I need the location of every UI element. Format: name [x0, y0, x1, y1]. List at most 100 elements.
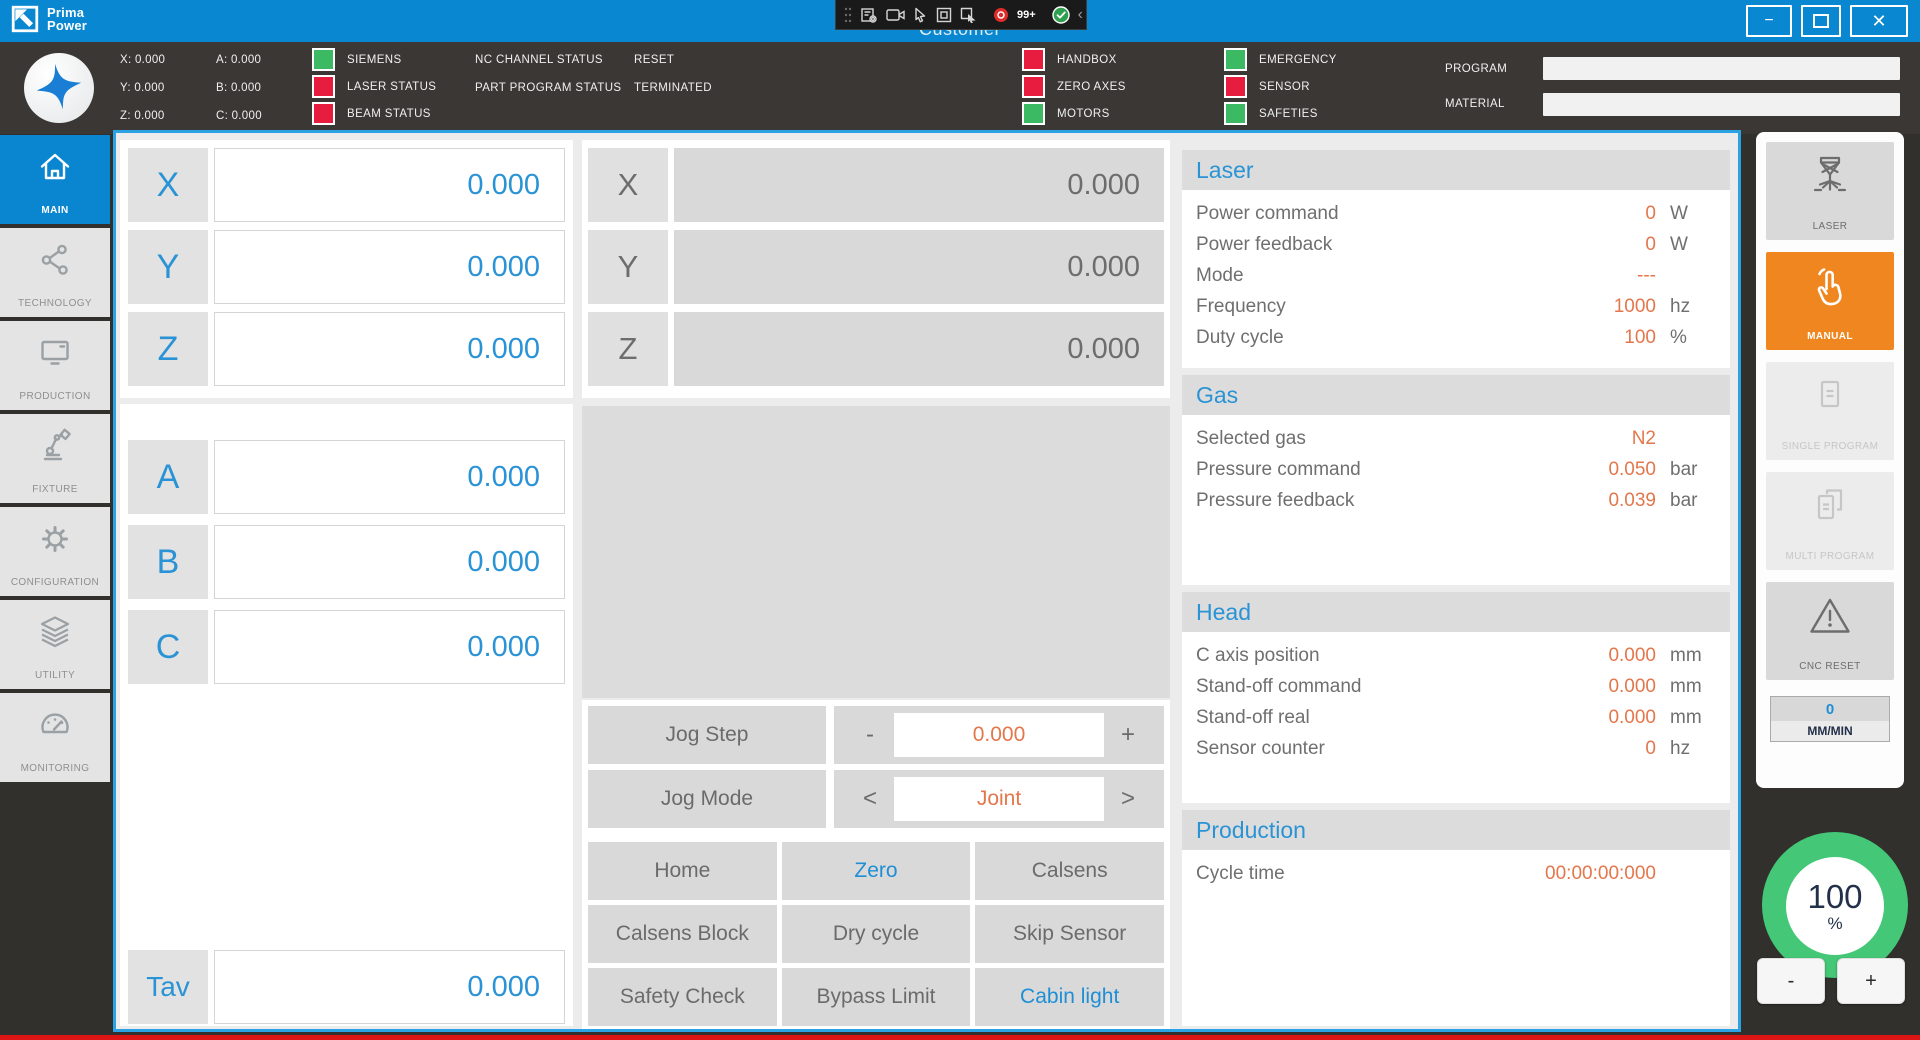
machine-axes-panel: X 0.000 Y 0.000 Z 0.000: [582, 140, 1170, 398]
sidebar-item-utility[interactable]: UTILITY: [0, 600, 110, 689]
cnc-reset-button[interactable]: CNC RESET: [1766, 582, 1894, 680]
axis-label: X: [128, 148, 208, 222]
axis-label: C: [128, 610, 208, 684]
calsens-block-button[interactable]: Calsens Block: [588, 905, 777, 963]
override-decrease-button[interactable]: -: [1757, 958, 1825, 1004]
machine-logo: [24, 53, 94, 123]
check-status-icon[interactable]: [1052, 6, 1070, 24]
axis-value: 0.000: [214, 312, 565, 386]
info-row-mode: Mode---: [1196, 260, 1716, 291]
sidebar-item-fixture[interactable]: FIXTURE: [0, 414, 110, 503]
axis-value: 0.000: [214, 950, 565, 1024]
maximize-icon: [1813, 14, 1829, 28]
sidebar-item-monitoring[interactable]: MONITORING: [0, 693, 110, 782]
material-label: MATERIAL: [1445, 98, 1505, 110]
axis-row-b: B 0.000: [128, 525, 565, 599]
feed-speed-display: 0 MM/MIN: [1770, 696, 1890, 742]
jog-step-decrement-button[interactable]: -: [846, 721, 894, 749]
program-field[interactable]: [1543, 57, 1900, 80]
collapse-overlay-chevron[interactable]: ‹: [1078, 7, 1083, 23]
nc-channel-status-label: NC CHANNEL STATUS: [475, 54, 603, 66]
cabin-light-button[interactable]: Cabin light: [975, 968, 1164, 1026]
gas-section-title: Gas: [1182, 375, 1730, 415]
jog-step-value-field[interactable]: 0.000: [894, 713, 1104, 757]
led-icon: [1022, 75, 1045, 98]
head-section-title: Head: [1182, 592, 1730, 632]
home-button[interactable]: Home: [588, 842, 777, 900]
axis-readout-b: B: 0.000: [216, 82, 261, 94]
nc-channel-status-value: RESET: [634, 54, 674, 66]
laser-mode-button[interactable]: LASER: [1766, 142, 1894, 240]
info-row-standoff-command: Stand-off command0.000mm: [1196, 671, 1716, 702]
material-field[interactable]: [1543, 93, 1900, 116]
documents-stack-icon: [1806, 482, 1854, 534]
led-icon: [312, 75, 335, 98]
axis-readout-y: Y: 0.000: [120, 82, 165, 94]
axis-label: Z: [588, 312, 668, 386]
panel-settings-icon[interactable]: [860, 6, 878, 24]
axes-abc-panel: A 0.000 B 0.000 C 0.000 Tav 0.000: [120, 404, 573, 1026]
led-icon: [1224, 102, 1247, 125]
status-indicator-motors: MOTORS: [1022, 102, 1110, 125]
zero-button[interactable]: Zero: [782, 842, 971, 900]
drag-grip-icon[interactable]: [844, 7, 852, 23]
axis-readout-z: Z: 0.000: [120, 110, 165, 122]
axis-row-tav: Tav 0.000: [128, 950, 565, 1024]
axis-value: 0.000: [214, 230, 565, 304]
production-section-title: Production: [1182, 810, 1730, 850]
override-value: 100: [1807, 880, 1862, 914]
info-row-pressure-command: Pressure command0.050bar: [1196, 454, 1716, 485]
status-indicator-laser-status: LASER STATUS: [312, 75, 436, 98]
sidebar-item-technology[interactable]: TECHNOLOGY: [0, 228, 110, 317]
close-button[interactable]: ✕: [1850, 5, 1908, 37]
bypass-limit-button[interactable]: Bypass Limit: [782, 968, 971, 1026]
multi-program-mode-button[interactable]: MULTI PROGRAM: [1766, 472, 1894, 570]
status-indicator-emergency: EMERGENCY: [1224, 48, 1337, 71]
axis-value: 0.000: [214, 148, 565, 222]
calsens-button[interactable]: Calsens: [975, 842, 1164, 900]
robot-arm-icon: [35, 426, 75, 466]
safety-check-button[interactable]: Safety Check: [588, 968, 777, 1026]
axis-readout-x: X: 0.000: [120, 54, 165, 66]
jog-mode-next-button[interactable]: >: [1104, 785, 1152, 813]
info-row-power-feedback: Power feedback0W: [1196, 229, 1716, 260]
jog-mode-previous-button[interactable]: <: [846, 785, 894, 813]
axis-value: 0.000: [214, 525, 565, 599]
info-row-power-command: Power command0W: [1196, 198, 1716, 229]
info-row-frequency: Frequency1000hz: [1196, 291, 1716, 322]
axis-label: Tav: [128, 950, 208, 1024]
jog-mode-value-field[interactable]: Joint: [894, 777, 1104, 821]
frame-capture-icon[interactable]: [936, 7, 952, 23]
sidebar-item-main[interactable]: MAIN: [0, 135, 110, 224]
sidebar-item-production[interactable]: PRODUCTION: [0, 321, 110, 410]
alert-count-badge: 99+: [1017, 9, 1036, 21]
dry-cycle-button[interactable]: Dry cycle: [782, 905, 971, 963]
axis-label: Y: [128, 230, 208, 304]
sidebar-item-configuration[interactable]: CONFIGURATION: [0, 507, 110, 596]
single-program-mode-button[interactable]: SINGLE PROGRAM: [1766, 362, 1894, 460]
laser-nozzle-icon: [1806, 152, 1854, 204]
status-indicator-sensor: SENSOR: [1224, 75, 1310, 98]
cursor-frame-icon[interactable]: [960, 7, 977, 23]
maximize-button[interactable]: [1801, 5, 1841, 37]
part-program-status-label: PART PROGRAM STATUS: [475, 82, 621, 94]
machine-axis-row-x: X 0.000: [588, 148, 1164, 222]
minimize-button[interactable]: −: [1746, 5, 1792, 37]
skip-sensor-button[interactable]: Skip Sensor: [975, 905, 1164, 963]
machine-axes-empty-area: [582, 406, 1170, 698]
jog-step-increment-button[interactable]: +: [1104, 721, 1152, 749]
override-unit: %: [1827, 914, 1842, 933]
axis-label: Z: [128, 312, 208, 386]
axis-value: 0.000: [674, 312, 1164, 386]
alert-badge-icon[interactable]: [993, 7, 1009, 23]
axis-label: B: [128, 525, 208, 599]
jog-step-row: Jog Step - 0.000 +: [588, 706, 1164, 764]
feed-speed-value: 0: [1771, 697, 1889, 721]
axis-readout-a: A: 0.000: [216, 54, 261, 66]
cursor-icon[interactable]: [913, 7, 928, 23]
window-controls: − ✕: [1746, 5, 1908, 37]
led-icon: [312, 48, 335, 71]
manual-mode-button[interactable]: MANUAL: [1766, 252, 1894, 350]
override-increase-button[interactable]: +: [1837, 958, 1905, 1004]
screen-record-icon[interactable]: [886, 8, 905, 22]
